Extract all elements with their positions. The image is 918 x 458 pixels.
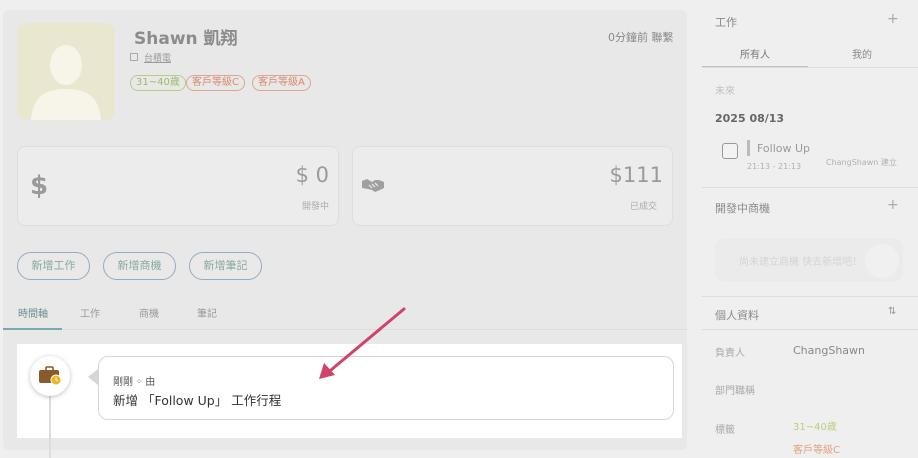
add-work-plus-icon[interactable]: + [887,11,899,27]
empty-illustration-icon [865,244,899,278]
section-divider [702,329,918,330]
closed-value: $111 [609,163,663,187]
building-icon [130,53,138,61]
bubble-pointer [88,369,98,385]
tab-mine[interactable]: 我的 [852,46,872,61]
sort-icon[interactable]: ⇅ [888,306,896,317]
briefcase-icon [39,366,62,386]
deals-empty-text: 尚未建立商機 快去新增吧！ [739,257,863,268]
dollar-icon: $ [30,171,49,201]
task-creator: ChangShawn 建立 [826,158,897,167]
developing-value: $ 0 [295,163,329,187]
annotation-arrow-icon [319,307,406,379]
work-tab-divider [702,67,918,68]
deals-section-title: 開發中商機 [715,202,770,215]
tab-timeline[interactable]: 時間軸 [18,305,48,320]
task-priority-bar [747,140,750,156]
deals-empty-state: 尚未建立商機 快去新增吧！ [715,238,903,282]
upcoming-label: 未來 [715,86,735,97]
active-tab-indicator [3,328,62,330]
tab-tasks[interactable]: 工作 [80,305,100,320]
timeline-node [30,356,70,396]
work-section-title: 工作 [715,16,737,29]
task-checkbox[interactable] [722,143,738,159]
tab-notes[interactable]: 筆記 [197,305,217,320]
tag-level-c: 客戶等級C [186,75,245,91]
owner-value: ChangShawn [793,344,866,357]
last-contact: 0分鐘前 聯繫 [608,31,674,44]
add-deal-plus-icon[interactable]: + [887,197,899,213]
timeline-meta: 剛剛 ◦ 由 [113,377,156,388]
sidebar-tag-age: 31~40歲 [793,422,837,433]
tag-level-a: 客戶等級A [252,75,311,91]
task-date: 2025 08/13 [715,112,785,125]
stat-card-closed: $111 已成交 [352,146,673,226]
handshake-icon [362,179,384,192]
department-key: 部門職稱 [715,386,755,397]
avatar [17,23,115,120]
tags-key: 標籤 [715,425,735,436]
sidebar-tag-level-c: 客戶等級C [793,445,840,456]
tab-deals[interactable]: 商機 [139,305,159,320]
company-link[interactable]: 台積電 [144,51,171,64]
owner-key: 負責人 [715,348,745,359]
task-time: 21:13 - 21:13 [747,162,802,171]
closed-label: 已成交 [629,202,657,212]
task-title[interactable]: Follow Up [757,142,810,155]
add-note-button[interactable]: 新增筆記 [189,252,262,280]
avatar-silhouette-icon [31,45,101,120]
timeline-text: 新增 「Follow Up」 工作行程 [113,393,282,408]
add-task-button[interactable]: 新增工作 [17,252,90,280]
section-divider [702,296,918,297]
contact-name: Shawn 凱翔 [134,29,238,49]
developing-label: 開發中 [301,202,329,212]
tab-all-people[interactable]: 所有人 [740,46,770,61]
timeline-line [49,394,51,458]
add-deal-button[interactable]: 新增商機 [103,252,176,280]
personal-section-title: 個人資料 [715,309,759,322]
tag-age: 31~40歲 [130,75,186,91]
stat-card-developing: $ $ 0 開發中 [17,146,339,226]
section-divider [702,187,918,188]
